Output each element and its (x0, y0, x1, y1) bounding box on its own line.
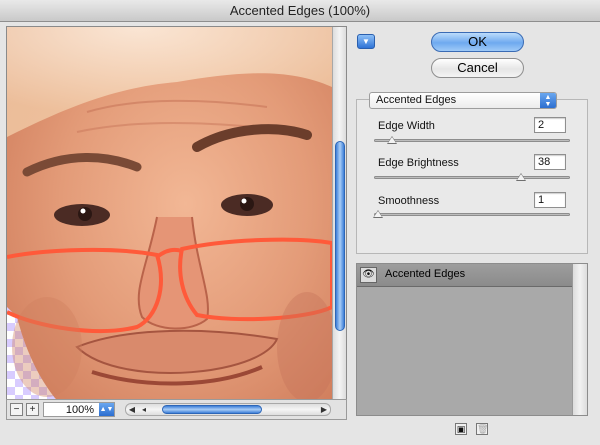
scroll-left-icon[interactable]: ◀ (126, 404, 138, 415)
eye-icon[interactable]: 👁 (360, 267, 377, 283)
smoothness-input[interactable]: 1 (534, 192, 566, 208)
edge-width-label: Edge Width (378, 120, 435, 132)
edge-width-input[interactable]: 2 (534, 117, 566, 133)
effect-layer-row[interactable]: 👁 Accented Edges (357, 264, 572, 287)
layers-scrollbar[interactable] (572, 264, 587, 415)
chevron-updown-icon: ▲▼ (99, 403, 114, 416)
smoothness-slider[interactable] (374, 213, 570, 216)
face-photo (7, 27, 332, 420)
effect-layer-name: Accented Edges (385, 268, 466, 280)
edge-width-slider-thumb[interactable] (387, 136, 397, 144)
scroll-right-icon[interactable]: ▶ (318, 404, 330, 415)
edge-brightness-slider-thumb[interactable] (516, 173, 526, 181)
window-title: Accented Edges (100%) (0, 0, 600, 22)
edge-width-slider[interactable] (374, 139, 570, 142)
smoothness-slider-thumb[interactable] (373, 210, 383, 218)
cancel-button[interactable]: Cancel (431, 58, 524, 78)
preview-vertical-scrollbar[interactable] (332, 27, 346, 420)
trash-icon[interactable]: 🗑 (476, 423, 488, 435)
ok-button[interactable]: OK (431, 32, 524, 52)
zoom-out-button[interactable]: − (10, 403, 23, 416)
smoothness-label: Smoothness (378, 195, 440, 207)
edge-brightness-input[interactable]: 38 (534, 154, 566, 170)
vertical-scroll-thumb[interactable] (335, 141, 345, 331)
zoom-value: 100% (65, 404, 94, 416)
edge-brightness-label: Edge Brightness (378, 157, 459, 169)
effect-layers-list: 👁 Accented Edges (356, 263, 588, 416)
scroll-left-step-icon[interactable]: ◂ (138, 404, 150, 415)
triangle-down-icon[interactable]: ▼ (357, 34, 375, 49)
filter-preview-image[interactable] (7, 27, 332, 420)
filter-select-value: Accented Edges (376, 94, 457, 106)
preview-horizontal-scrollbar[interactable]: ◀ ◂ ▶ (125, 403, 331, 416)
zoom-in-button[interactable]: + (26, 403, 39, 416)
chevron-updown-icon: ▲▼ (540, 93, 556, 108)
filter-select[interactable]: Accented Edges ▲ ▼ (369, 92, 557, 109)
preview-frame (6, 26, 347, 420)
preview-controls-bar: − + 100% ▲▼ ◀ ◂ ▶ (6, 399, 347, 420)
new-layer-icon[interactable]: ▣ (455, 423, 467, 435)
edge-brightness-slider[interactable] (374, 176, 570, 179)
zoom-select[interactable]: 100% ▲▼ (43, 402, 115, 417)
horizontal-scroll-thumb[interactable] (162, 405, 262, 414)
